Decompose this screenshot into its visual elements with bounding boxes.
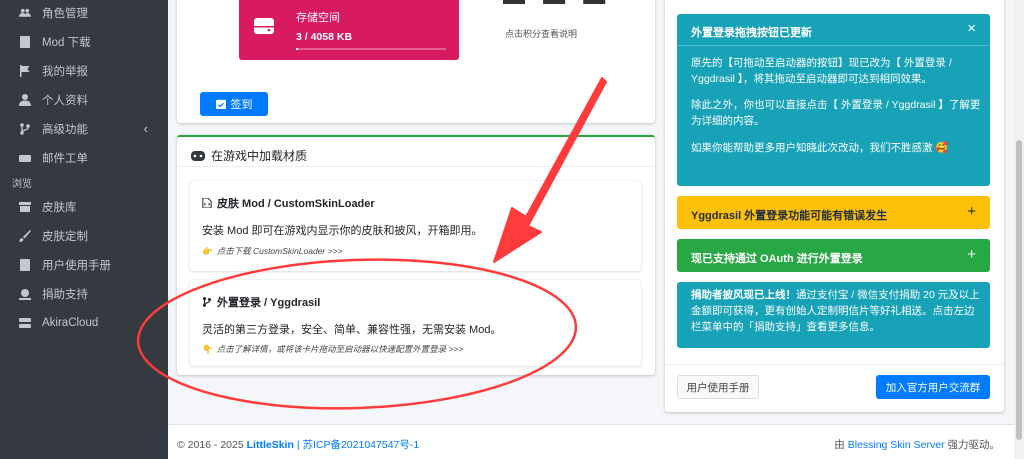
scrollbar-thumb[interactable] (1016, 140, 1022, 440)
user-icon (18, 93, 32, 107)
sidebar-item-characters[interactable]: 角色管理 (0, 0, 168, 27)
mod-card-title: 皮肤 Mod / CustomSkinLoader (202, 195, 375, 211)
mod-hint-text: 点击下载 CustomSkinLoader >>> (216, 246, 343, 256)
separator: | (296, 439, 300, 451)
file-code-icon (202, 198, 212, 208)
hdd-icon (252, 14, 276, 38)
yggdrasil-card[interactable]: 外置登录 / Yggdrasil 灵活的第三方登录，安全、简单、兼容性强，无需安… (190, 280, 641, 366)
pointing-hand-icon: 👉 (202, 245, 213, 256)
bss-link[interactable]: Blessing Skin Server (848, 439, 945, 451)
sidebar-item-profile[interactable]: 个人资料 (0, 85, 168, 114)
sidebar-item-label: 我的举报 (42, 65, 88, 78)
page-scrollbar[interactable] (1014, 0, 1024, 459)
storage-label: 存储空间 (296, 12, 340, 24)
alert-title: 现已支持通过 OAuth 进行外置登录 (691, 253, 863, 265)
powered-prefix: 由 (834, 439, 845, 451)
sidebar-item-advanced[interactable]: 高级功能 ‹ (0, 114, 168, 143)
sidebar-section-browse: 浏览 (12, 178, 32, 190)
mod-card-hint[interactable]: 👉 点击下载 CustomSkinLoader >>> (202, 245, 343, 257)
alert-paragraph-2: 除此之外，你也可以直接点击【 外置登录 / Yggdrasil 】了解更为详细的… (691, 99, 981, 127)
code-branch-icon (18, 122, 32, 136)
sidebar-item-reports[interactable]: 我的举报 (0, 56, 168, 85)
powered-suffix: 强力驱动。 (947, 439, 1001, 451)
expand-plus-icon[interactable]: + (967, 246, 976, 263)
sidebar-item-label: 高级功能 (42, 123, 88, 136)
storage-progress (296, 48, 446, 50)
mod-card[interactable]: 皮肤 Mod / CustomSkinLoader 安装 Mod 即可在游戏内显… (190, 181, 641, 271)
alert-drag-button-updated: 外置登录拖拽按钮已更新 × 原先的【可拖动至启动器的按钮】现已改为【 外置登录 … (677, 14, 990, 186)
alert-yggdrasil-errors[interactable]: Yggdrasil 外置登录功能可能有错误发生 + (677, 196, 990, 229)
users-icon (18, 6, 32, 20)
yggdrasil-card-hint[interactable]: 👇 点击了解详情，或将该卡片拖动至启动器以快速配置外置登录 >>> (202, 343, 463, 355)
user-manual-button[interactable]: 用户使用手册 (677, 375, 759, 399)
card-title-text: 在游戏中加载材质 (211, 149, 308, 163)
points-value: ▬ ▬ ▬ (503, 0, 611, 10)
sidebar-item-mod-download[interactable]: Mod 下载 (0, 27, 168, 56)
main-content: 存储空间 3 / 4058 KB ▬ ▬ ▬ 点击积分查看说明 签到 在游戏中加… (168, 0, 1014, 459)
alert-donor-cape: 捐助者披风现已上线！通过支付宝 / 微信支付捐助 20 元及以上金额即可获得，更… (677, 282, 990, 348)
sidebar-item-donate[interactable]: 捐助支持 (0, 279, 168, 308)
calendar-check-icon (215, 99, 226, 109)
donor-bold: 捐助者披风现已上线！ (691, 289, 796, 301)
book-icon (18, 35, 32, 49)
sidebar-item-customize[interactable]: 皮肤定制 (0, 221, 168, 250)
mod-title-text: 皮肤 Mod / CustomSkinLoader (217, 198, 375, 210)
sidebar-item-tickets[interactable]: 邮件工单 (0, 143, 168, 172)
footer-copyright: © 2016 - 2025 LittleSkin | 苏ICP备20210475… (177, 437, 419, 452)
donate-icon (18, 287, 32, 301)
yggdrasil-card-title: 外置登录 / Yggdrasil (202, 294, 320, 310)
expand-plus-icon[interactable]: + (967, 203, 976, 220)
storage-value: 3 / 4058 KB (296, 31, 353, 43)
sidebar-item-manual[interactable]: 用户使用手册 (0, 250, 168, 279)
archive-icon (18, 200, 32, 214)
copyright-text: © 2016 - 2025 (177, 439, 244, 451)
sidebar-item-label: 用户使用手册 (42, 259, 111, 272)
gamepad-icon (191, 150, 205, 161)
sidebar-item-label: 皮肤库 (42, 201, 77, 214)
sidebar: 角色管理 Mod 下载 我的举报 个人资料 高级功能 ‹ 邮件工单 浏览 皮肤库… (0, 0, 168, 459)
code-branch-icon (203, 297, 211, 307)
sidebar-item-label: 邮件工单 (42, 152, 88, 165)
mod-card-text: 安装 Mod 即可在游戏内显示你的皮肤和披风，开箱即用。 (202, 225, 483, 237)
load-skin-card: 在游戏中加载材质 皮肤 Mod / CustomSkinLoader 安装 Mo… (177, 135, 655, 375)
donor-text: 捐助者披风现已上线！通过支付宝 / 微信支付捐助 20 元及以上金额即可获得，更… (691, 287, 983, 335)
flag-icon (18, 64, 32, 78)
brand-link[interactable]: LittleSkin (247, 439, 294, 451)
sidebar-item-label: 捐助支持 (42, 288, 88, 301)
alert-paragraph-3: 如果你能帮助更多用户知晓此次改动，我们不胜感激 🥰 (691, 142, 949, 154)
sidebar-item-label: AkiraCloud (42, 316, 99, 329)
footer-powered: 由 Blessing Skin Server 强力驱动。 (834, 437, 1000, 452)
page-footer: © 2016 - 2025 LittleSkin | 苏ICP备20210475… (168, 424, 1014, 459)
server-icon (18, 316, 32, 330)
alert-title: 外置登录拖拽按钮已更新 (691, 27, 812, 39)
join-group-button[interactable]: 加入官方用户交流群 (876, 375, 990, 399)
stats-card: 存储空间 3 / 4058 KB ▬ ▬ ▬ 点击积分查看说明 签到 (177, 0, 655, 123)
pointing-down-icon: 👇 (202, 343, 213, 354)
book-icon (18, 258, 32, 272)
sidebar-item-label: Mod 下载 (42, 36, 91, 49)
alert-oauth-support[interactable]: 现已支持通过 OAuth 进行外置登录 + (677, 239, 990, 272)
chevron-left-icon: ‹ (143, 121, 148, 136)
close-button[interactable]: × (967, 20, 976, 37)
sidebar-item-label: 角色管理 (42, 7, 88, 20)
card-title: 在游戏中加载材质 (191, 147, 307, 164)
checkin-button[interactable]: 签到 (200, 92, 268, 116)
yggdrasil-hint-text: 点击了解详情，或将该卡片拖动至启动器以快速配置外置登录 >>> (216, 344, 464, 354)
sidebar-item-akiracloud[interactable]: AkiraCloud (0, 308, 168, 337)
yggdrasil-title-text: 外置登录 / Yggdrasil (217, 297, 321, 309)
ticket-icon (18, 151, 32, 165)
alert-title: Yggdrasil 外置登录功能可能有错误发生 (691, 210, 888, 222)
brush-icon (18, 229, 32, 243)
icp-link[interactable]: 苏ICP备2021047547号-1 (302, 439, 419, 451)
sidebar-item-skinlib[interactable]: 皮肤库 (0, 192, 168, 221)
sidebar-item-label: 皮肤定制 (42, 230, 88, 243)
sidebar-item-label: 个人资料 (42, 94, 88, 107)
checkin-label: 签到 (230, 99, 253, 111)
points-hint[interactable]: 点击积分查看说明 (505, 27, 577, 40)
storage-info-box: 存储空间 3 / 4058 KB (239, 0, 459, 60)
announcements-card: 外置登录拖拽按钮已更新 × 原先的【可拖动至启动器的按钮】现已改为【 外置登录 … (665, 0, 1004, 412)
alert-paragraph-1: 原先的【可拖动至启动器的按钮】现已改为【 外置登录 / Yggdrasil 】，… (691, 57, 952, 85)
yggdrasil-card-text: 灵活的第三方登录，安全、简单、兼容性强，无需安装 Mod。 (202, 324, 502, 336)
